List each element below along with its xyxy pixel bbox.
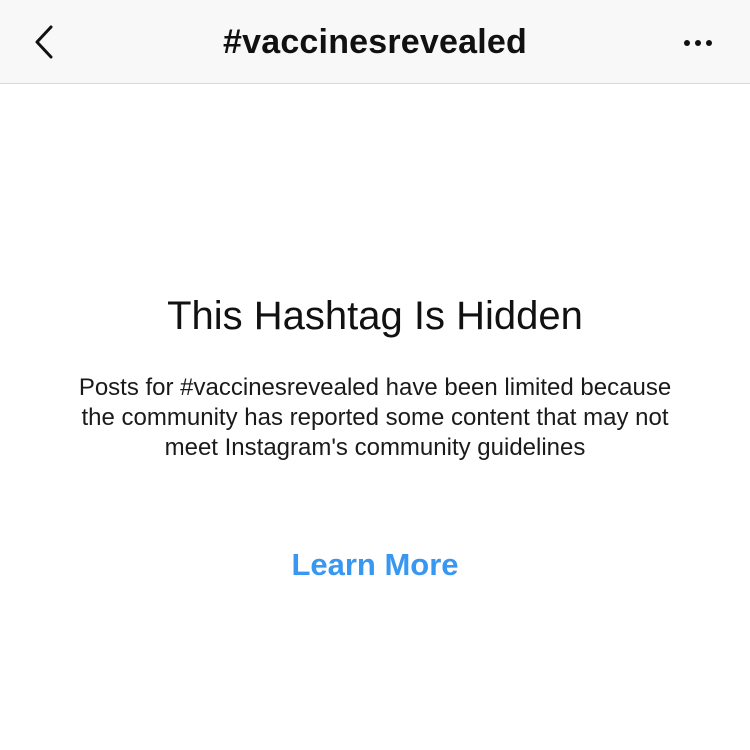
page-title: #vaccinesrevealed — [223, 23, 527, 61]
hidden-heading: This Hashtag Is Hidden — [167, 294, 583, 338]
back-button[interactable] — [22, 20, 66, 64]
hashtag-page: #vaccinesrevealed This Hashtag Is Hidden… — [0, 0, 750, 750]
hidden-message: Posts for #vaccinesrevealed have been li… — [78, 374, 672, 461]
chevron-left-icon — [35, 25, 53, 59]
more-options-button[interactable] — [674, 26, 722, 60]
learn-more-link[interactable]: Learn More — [200, 546, 550, 584]
more-horizontal-icon — [684, 40, 712, 46]
navigation-bar: #vaccinesrevealed — [0, 0, 750, 84]
hidden-hashtag-notice: This Hashtag Is Hidden Posts for #vaccin… — [0, 84, 750, 750]
